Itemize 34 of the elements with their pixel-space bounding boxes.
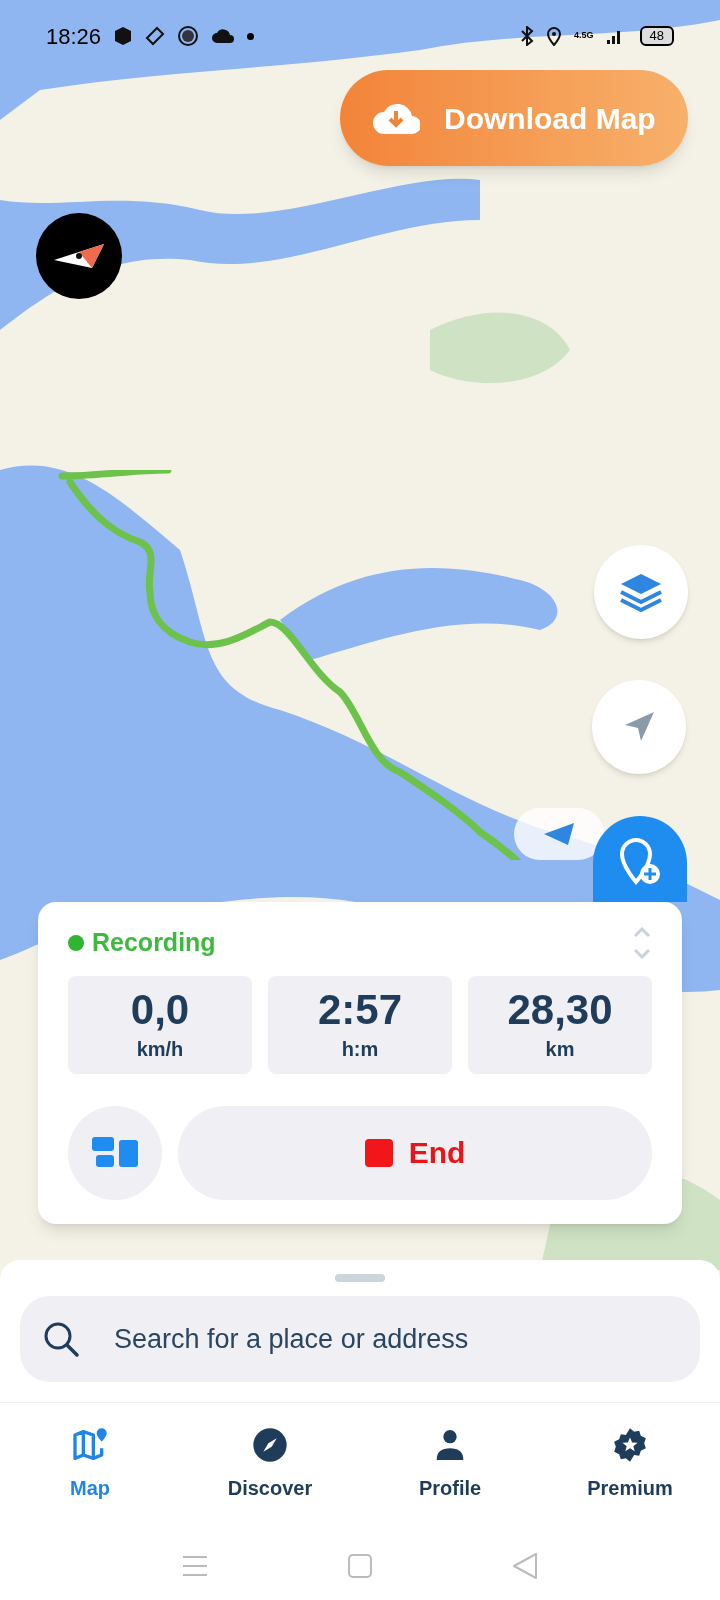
layers-icon <box>619 572 663 612</box>
search-field[interactable]: Search for a place or address <box>20 1296 700 1382</box>
stat-unit: km/h <box>136 1036 184 1062</box>
cloud-download-icon <box>372 101 420 135</box>
search-icon <box>42 1320 80 1358</box>
dashboard-icon <box>92 1136 138 1169</box>
end-button[interactable]: End <box>178 1105 652 1200</box>
menu-icon[interactable] <box>182 1554 208 1578</box>
drag-handle[interactable] <box>335 1274 385 1282</box>
nav-tab[interactable]: Profile <box>360 1425 540 1503</box>
clock-time: 18:26 <box>46 22 102 51</box>
pin-plus-icon <box>618 838 662 886</box>
nav-tab[interactable]: Premium <box>540 1425 720 1503</box>
network-type: 4.5G <box>574 29 594 43</box>
compass-icon <box>250 1425 290 1465</box>
back-triangle-icon[interactable] <box>512 1552 538 1580</box>
cloud-icon <box>211 28 236 44</box>
nav-tab[interactable]: Discover <box>180 1425 360 1503</box>
battery-level: 48 <box>639 26 674 46</box>
home-square-icon[interactable] <box>348 1554 372 1578</box>
box-icon <box>113 26 134 46</box>
location-icon <box>546 26 562 46</box>
stat-unit: km <box>545 1036 575 1062</box>
stop-icon <box>364 1138 393 1167</box>
stat-unit: h:m <box>341 1036 379 1062</box>
stat-value: 0,0 <box>130 985 190 1034</box>
stat-value: 2:57 <box>317 985 403 1034</box>
expand-chevrons-icon[interactable] <box>632 925 652 960</box>
bluetooth-icon <box>520 26 534 46</box>
stat-value: 28,30 <box>507 985 613 1034</box>
circle-icon <box>177 25 200 47</box>
recording-status: Recording <box>92 927 216 958</box>
nav-tab[interactable]: Map <box>0 1425 180 1503</box>
navigation-arrow-icon <box>542 821 576 847</box>
